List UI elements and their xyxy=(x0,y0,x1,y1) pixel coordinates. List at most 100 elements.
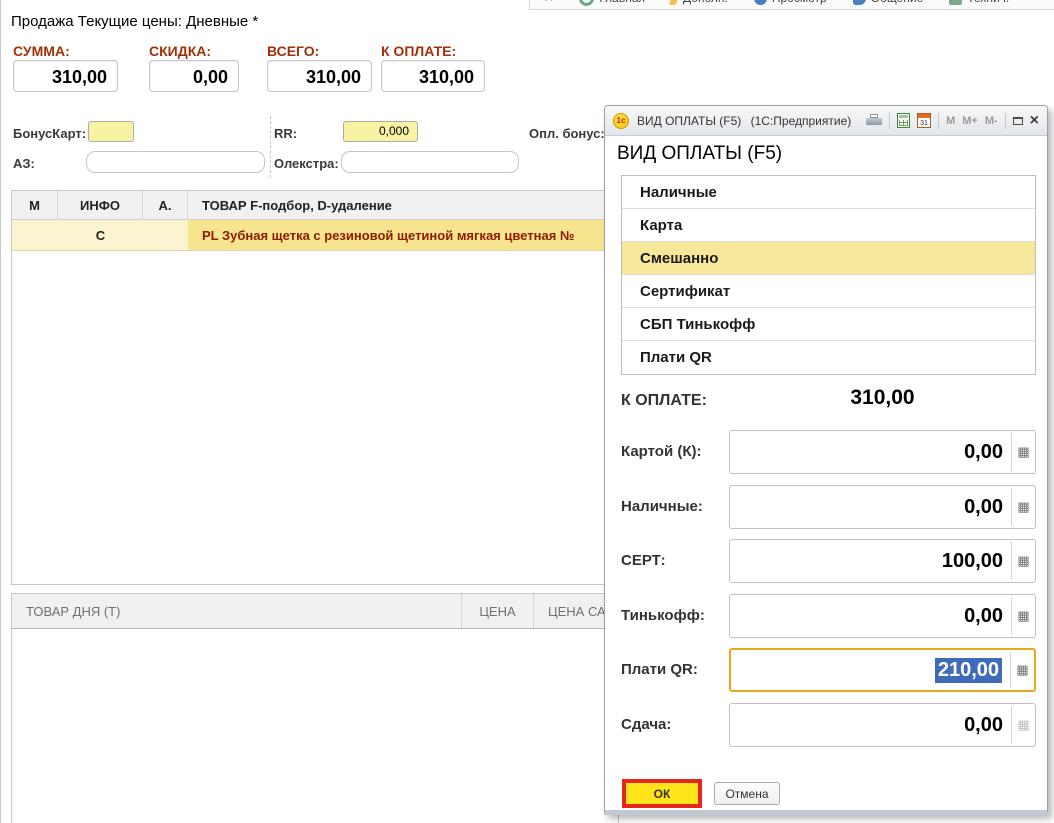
memory-button[interactable]: M xyxy=(946,115,955,127)
close-icon[interactable]: × xyxy=(544,0,553,7)
col-day-tovar-header[interactable]: ТОВАР ДНЯ (Т) xyxy=(12,594,462,628)
toolbar-item-extra[interactable]: Дополн. xyxy=(671,0,728,5)
bonus-card-input[interactable] xyxy=(88,121,134,142)
plati-qr-amount-row: Плати QR: 210,00 ▦ xyxy=(605,648,1047,692)
tinkoff-amount-row: Тинькофф: 0,00 ▦ xyxy=(605,594,1047,638)
col-price-header[interactable]: ЦЕНА xyxy=(462,594,534,628)
dialog-heading: ВИД ОПЛАТЫ (F5) xyxy=(617,143,782,165)
calculator-icon[interactable]: ▦ xyxy=(1012,595,1035,637)
toolbar-item-label: Дополн. xyxy=(683,0,728,5)
tinkoff-amount-value: 0,00 xyxy=(964,605,1003,628)
az-input[interactable] xyxy=(86,151,265,173)
items-table-header: М ИНФО А. ТОВАР F-подбор, D-удаление xyxy=(12,191,618,220)
rr-input[interactable]: 0,000 xyxy=(343,121,418,142)
total-due-value: 310,00 xyxy=(729,386,1036,410)
plati-qr-amount-input[interactable]: 210,00 ▦ xyxy=(729,648,1036,692)
refresh-ring-icon xyxy=(579,0,594,6)
cell-a xyxy=(143,220,188,250)
col-a-header[interactable]: А. xyxy=(143,191,188,219)
calculator-icon[interactable] xyxy=(897,113,910,128)
memory-minus-button[interactable]: M- xyxy=(985,115,998,127)
toolbar-item-tech[interactable]: Технич. xyxy=(949,0,1009,5)
list-item-certificate[interactable]: Сертификат xyxy=(622,275,1035,308)
cell-tovar: PL Зубная щетка с резиновой щетиной мягк… xyxy=(188,220,618,250)
tinkoff-amount-input[interactable]: 0,00 ▦ xyxy=(729,594,1036,638)
plati-qr-amount-value: 210,00 xyxy=(935,658,1002,683)
phone-icon xyxy=(853,0,866,5)
calculator-icon[interactable]: ▦ xyxy=(1012,540,1035,582)
bonus-card-label: БонусКарт: xyxy=(13,126,86,141)
toolbar-item-chat[interactable]: Общение xyxy=(853,0,924,5)
calculator-icon: ▦ xyxy=(1012,704,1035,746)
vsego-value: 310,00 xyxy=(267,60,372,92)
summa-label: СУММА: xyxy=(13,43,70,59)
toolbar-item-label: Просмотр xyxy=(772,0,827,5)
list-item-sbp-tinkoff[interactable]: СБП Тинькофф xyxy=(622,308,1035,341)
list-item-plati-qr[interactable]: Плати QR xyxy=(622,341,1035,374)
cell-info: С xyxy=(58,220,143,250)
calculator-icon[interactable]: ▦ xyxy=(1011,650,1034,690)
print-icon[interactable] xyxy=(866,114,882,127)
page-title: Продажа Текущие цены: Дневные * xyxy=(11,13,258,30)
certificate-amount-value: 100,00 xyxy=(942,550,1003,573)
summa-value: 310,00 xyxy=(13,60,118,92)
cash-amount-row: Наличные: 0,00 ▦ xyxy=(605,485,1047,529)
ok-button[interactable]: ОК xyxy=(622,779,702,808)
change-amount-value: 0,00 xyxy=(964,714,1003,737)
puzzle-icon xyxy=(949,0,962,5)
divider xyxy=(889,113,890,129)
lightning-icon xyxy=(669,0,680,5)
divider xyxy=(938,113,939,129)
toolbar-item-label: Главная xyxy=(599,0,645,5)
card-amount-input[interactable]: 0,00 ▦ xyxy=(729,430,1036,474)
divider xyxy=(270,116,271,178)
close-icon[interactable]: × xyxy=(1030,113,1039,129)
day-table-header: ТОВАР ДНЯ (Т) ЦЕНА ЦЕНА СА xyxy=(12,594,618,629)
screen: × Главная Дополн. Просмотр Общение Техни… xyxy=(0,0,1054,823)
change-amount-input[interactable]: 0,00 ▦ xyxy=(729,703,1036,747)
table-row[interactable]: С PL Зубная щетка с резиновой щетиной мя… xyxy=(12,220,618,251)
list-item-cash[interactable]: Наличные xyxy=(622,176,1035,209)
change-amount-label: Сдача: xyxy=(621,703,671,747)
cell-m xyxy=(12,220,58,250)
list-item-mixed[interactable]: Смешанно xyxy=(622,242,1035,275)
az-label: АЗ: xyxy=(13,156,35,171)
dialog-title: ВИД ОПЛАТЫ (F5) xyxy=(637,114,741,128)
top-toolbar-fragment: × Главная Дополн. Просмотр Общение Техни… xyxy=(529,0,1054,10)
calculator-icon[interactable]: ▦ xyxy=(1012,486,1035,528)
change-amount-row: Сдача: 0,00 ▦ xyxy=(605,703,1047,747)
card-amount-row: Картой (К): 0,00 ▦ xyxy=(605,430,1047,474)
certificate-amount-input[interactable]: 100,00 ▦ xyxy=(729,539,1036,583)
cancel-button[interactable]: Отмена xyxy=(714,782,780,805)
calculator-icon[interactable]: ▦ xyxy=(1012,431,1035,473)
calendar-icon[interactable]: 31 xyxy=(917,113,931,128)
skidka-label: СКИДКА: xyxy=(149,43,211,59)
col-m-header[interactable]: М xyxy=(12,191,58,219)
toolbar-item-main[interactable]: Главная xyxy=(579,0,645,6)
list-item-card[interactable]: Карта xyxy=(622,209,1035,242)
card-amount-value: 0,00 xyxy=(964,441,1003,464)
total-due-label: К ОПЛАТЕ: xyxy=(621,392,707,410)
toolbar-item-view[interactable]: Просмотр xyxy=(754,0,827,5)
col-tovar-header[interactable]: ТОВАР F-подбор, D-удаление xyxy=(188,191,618,219)
certificate-amount-label: СЕРТ: xyxy=(621,539,666,583)
olextra-input[interactable] xyxy=(341,151,519,173)
dialog-app-name: (1С:Предприятие) xyxy=(751,114,852,128)
cash-amount-label: Наличные: xyxy=(621,485,703,529)
skidka-value: 0,00 xyxy=(149,60,239,92)
certificate-amount-row: СЕРТ: 100,00 ▦ xyxy=(605,539,1047,583)
dialog-titlebar[interactable]: 1с ВИД ОПЛАТЫ (F5) (1С:Предприятие) 31 M… xyxy=(605,106,1047,136)
rr-label: RR: xyxy=(274,126,297,141)
items-table: М ИНФО А. ТОВАР F-подбор, D-удаление С P… xyxy=(11,190,619,585)
divider xyxy=(1005,113,1006,129)
toolbar-item-label: Общение xyxy=(871,0,924,5)
col-info-header[interactable]: ИНФО xyxy=(58,191,143,219)
olextra-label: Олекстра: xyxy=(274,156,339,171)
opl-bonus-label: Опл. бонус: xyxy=(529,126,605,141)
tinkoff-amount-label: Тинькофф: xyxy=(621,594,705,638)
k-oplate-label: К ОПЛАТЕ: xyxy=(381,43,456,59)
view-icon xyxy=(754,0,767,5)
maximize-icon[interactable] xyxy=(1013,117,1023,125)
memory-plus-button[interactable]: M+ xyxy=(962,115,978,127)
cash-amount-input[interactable]: 0,00 ▦ xyxy=(729,485,1036,529)
